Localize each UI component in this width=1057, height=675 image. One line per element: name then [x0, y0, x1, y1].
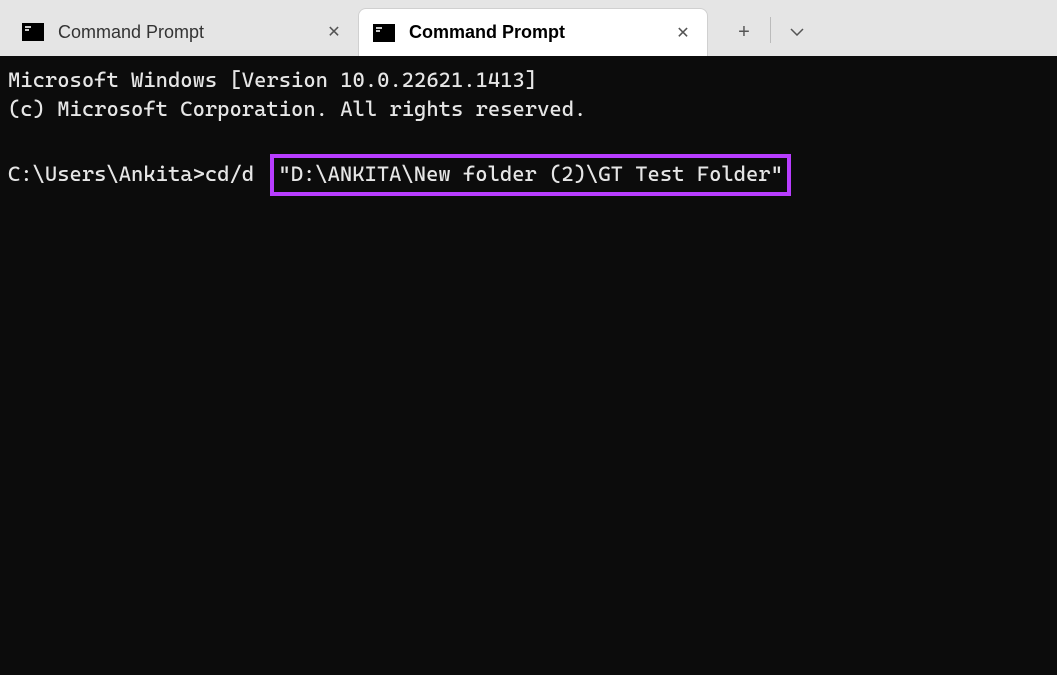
tab-inactive[interactable]: Command Prompt ✕ — [8, 8, 358, 56]
divider — [770, 17, 771, 43]
tab-title: Command Prompt — [58, 22, 322, 43]
highlighted-path: "D:\ANKITA\New folder (2)\GT Test Folder… — [270, 154, 791, 195]
chevron-down-icon — [790, 28, 804, 36]
terminal-icon — [22, 23, 44, 41]
tab-title: Command Prompt — [409, 22, 671, 43]
tab-controls: + — [720, 8, 821, 56]
tab-bar: Command Prompt ✕ Command Prompt ✕ + — [0, 0, 1057, 56]
terminal-line-version: Microsoft Windows [Version 10.0.22621.14… — [8, 68, 537, 92]
terminal-line-copyright: (c) Microsoft Corporation. All rights re… — [8, 97, 586, 121]
tab-dropdown-button[interactable] — [773, 12, 821, 52]
terminal-command: cd/d — [205, 162, 254, 186]
terminal-area[interactable]: Microsoft Windows [Version 10.0.22621.14… — [0, 56, 1057, 675]
terminal-icon — [373, 24, 395, 42]
new-tab-button[interactable]: + — [720, 12, 768, 52]
close-icon[interactable]: ✕ — [671, 21, 695, 45]
tab-active[interactable]: Command Prompt ✕ — [358, 8, 708, 56]
terminal-prompt: C:\Users\Ankita> — [8, 162, 205, 186]
close-icon[interactable]: ✕ — [322, 20, 346, 44]
